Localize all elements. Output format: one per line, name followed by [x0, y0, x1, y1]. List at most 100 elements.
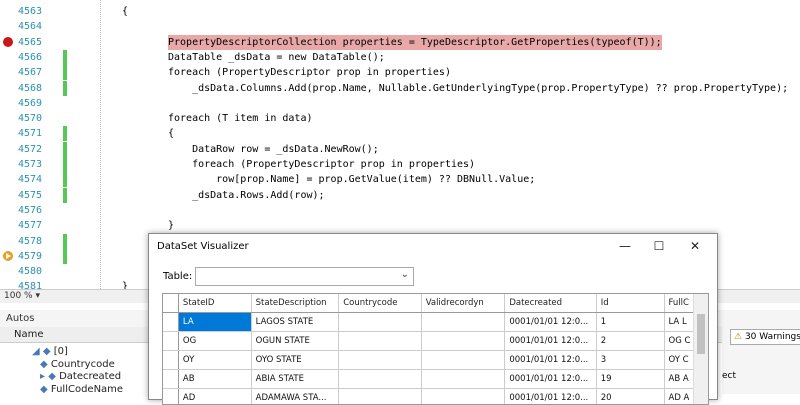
close-button[interactable]: ✕: [685, 237, 705, 255]
table-cell[interactable]: [339, 351, 421, 370]
table-cell[interactable]: ABIA STATE: [251, 370, 339, 389]
table-cell[interactable]: [421, 370, 505, 389]
column-header[interactable]: Countrycode: [339, 294, 421, 313]
project-label: ect: [722, 371, 736, 381]
line-number: 4570: [18, 111, 46, 126]
code-line[interactable]: 4573 foreach (PropertyDescriptor prop in…: [0, 157, 800, 172]
code-line[interactable]: 4576: [0, 203, 800, 218]
autos-row[interactable]: ▸ ◆ Datecreated: [40, 370, 121, 383]
vertical-scrollbar[interactable]: [693, 294, 708, 404]
code-line[interactable]: 4564: [0, 19, 800, 34]
table-row[interactable]: OYOYO STATE0001/01/01 12:0...3OY C: [163, 351, 708, 370]
code-line[interactable]: 4569: [0, 96, 800, 111]
table-cell[interactable]: [421, 313, 505, 332]
column-header[interactable]: Validrecordyn: [421, 294, 505, 313]
code-line[interactable]: 4565PropertyDescriptorCollection propert…: [0, 35, 800, 50]
breakpoint-icon[interactable]: [3, 37, 13, 47]
table-row[interactable]: ABABIA STATE0001/01/01 12:0...19AB A: [163, 370, 708, 389]
code-line[interactable]: 4570 foreach (T item in data): [0, 111, 800, 126]
line-number: 4580: [18, 264, 46, 279]
table-cell[interactable]: [421, 389, 505, 405]
warnings-filter-button[interactable]: ⚠ 30 Warnings: [730, 329, 800, 345]
line-number: 4565: [18, 35, 46, 50]
table-cell[interactable]: [339, 370, 421, 389]
column-header[interactable]: Id: [596, 294, 664, 313]
table-cell[interactable]: 2: [596, 332, 664, 351]
row-header[interactable]: [163, 389, 178, 405]
table-cell[interactable]: AD: [178, 389, 251, 405]
column-header[interactable]: StateDescription: [251, 294, 339, 313]
table-cell[interactable]: 1: [596, 313, 664, 332]
table-cell[interactable]: AB: [178, 370, 251, 389]
table-cell[interactable]: 0001/01/01 12:0...: [505, 332, 596, 351]
table-cell[interactable]: 0001/01/01 12:0...: [505, 370, 596, 389]
code-text: }: [168, 218, 174, 233]
line-number: 4579: [18, 249, 46, 264]
code-text: }: [122, 279, 128, 289]
current-statement-arrow-icon[interactable]: [3, 251, 13, 261]
change-marker: [63, 188, 67, 203]
table-cell[interactable]: [339, 389, 421, 405]
row-header[interactable]: [163, 351, 178, 370]
minimize-button[interactable]: —: [615, 237, 635, 255]
table-cell[interactable]: OY: [178, 351, 251, 370]
property-icon: ◆: [40, 384, 51, 395]
table-cell[interactable]: 20: [596, 389, 664, 405]
column-header[interactable]: StateID: [178, 294, 251, 313]
table-cell[interactable]: OGUN STATE: [251, 332, 339, 351]
code-line[interactable]: 4572 DataRow row = _dsData.NewRow();: [0, 142, 800, 157]
data-grid[interactable]: StateIDStateDescriptionCountrycodeValidr…: [162, 293, 709, 405]
code-line[interactable]: 4575 _dsData.Rows.Add(row);: [0, 188, 800, 203]
line-number: 4564: [18, 19, 46, 34]
code-text: _dsData.Columns.Add(prop.Name, Nullable.…: [168, 81, 788, 96]
row-header[interactable]: [163, 332, 178, 351]
table-cell[interactable]: 0001/01/01 12:0...: [505, 313, 596, 332]
code-line[interactable]: 4577}: [0, 218, 800, 233]
row-header[interactable]: [163, 313, 178, 332]
table-cell[interactable]: 0001/01/01 12:0...: [505, 389, 596, 405]
scroll-thumb[interactable]: [697, 314, 705, 354]
dataset-visualizer-dialog[interactable]: DataSet Visualizer — ☐ ✕ Table: ⌄ StateI…: [148, 233, 718, 400]
code-line[interactable]: 4563{: [0, 4, 800, 19]
table-cell[interactable]: LA: [178, 313, 251, 332]
line-number: 4569: [18, 96, 46, 111]
autos-row[interactable]: ◢ ◆ [0]: [32, 345, 68, 358]
table-cell[interactable]: 3: [596, 351, 664, 370]
change-marker: [63, 142, 67, 157]
table-cell[interactable]: ADAMAWA STA...: [251, 389, 339, 405]
zoom-level[interactable]: 100 %: [0, 291, 33, 301]
table-cell[interactable]: OYO STATE: [251, 351, 339, 370]
column-header[interactable]: Datecreated: [505, 294, 596, 313]
line-number: 4566: [18, 50, 46, 65]
change-marker: [63, 234, 67, 249]
table-cell[interactable]: [421, 351, 505, 370]
warning-icon: ⚠: [734, 332, 742, 342]
property-icon: ▸ ◆: [40, 371, 59, 382]
table-row[interactable]: LALAGOS STATE0001/01/01 12:0...1LA L: [163, 313, 708, 332]
code-text: {: [168, 126, 174, 141]
code-line[interactable]: 4566DataTable _dsData = new DataTable();: [0, 50, 800, 65]
autos-row[interactable]: ◆ Countrycode: [40, 358, 115, 371]
code-line[interactable]: 4568 _dsData.Columns.Add(prop.Name, Null…: [0, 81, 800, 96]
table-cell[interactable]: 0001/01/01 12:0...: [505, 351, 596, 370]
table-row[interactable]: ADADAMAWA STA...0001/01/01 12:0...20AD A: [163, 389, 708, 405]
autos-item-label: Countrycode: [51, 359, 115, 370]
code-line[interactable]: 4574 row[prop.Name] = prop.GetValue(item…: [0, 172, 800, 187]
table-cell[interactable]: [339, 313, 421, 332]
row-header[interactable]: [163, 370, 178, 389]
table-cell[interactable]: [339, 332, 421, 351]
line-number: 4568: [18, 81, 46, 96]
line-number: 4575: [18, 188, 46, 203]
table-select[interactable]: ⌄: [195, 267, 414, 286]
table-cell[interactable]: 19: [596, 370, 664, 389]
table-cell[interactable]: [421, 332, 505, 351]
code-text: foreach (T item in data): [168, 111, 313, 126]
table-cell[interactable]: LAGOS STATE: [251, 313, 339, 332]
code-line[interactable]: 4571{: [0, 126, 800, 141]
table-row[interactable]: OGOGUN STATE0001/01/01 12:0...2OG C: [163, 332, 708, 351]
autos-item-label: FullCodeName: [51, 384, 123, 395]
code-line[interactable]: 4567foreach (PropertyDescriptor prop in …: [0, 65, 800, 80]
line-number: 4563: [18, 4, 46, 19]
maximize-button[interactable]: ☐: [649, 237, 669, 255]
table-cell[interactable]: OG: [178, 332, 251, 351]
